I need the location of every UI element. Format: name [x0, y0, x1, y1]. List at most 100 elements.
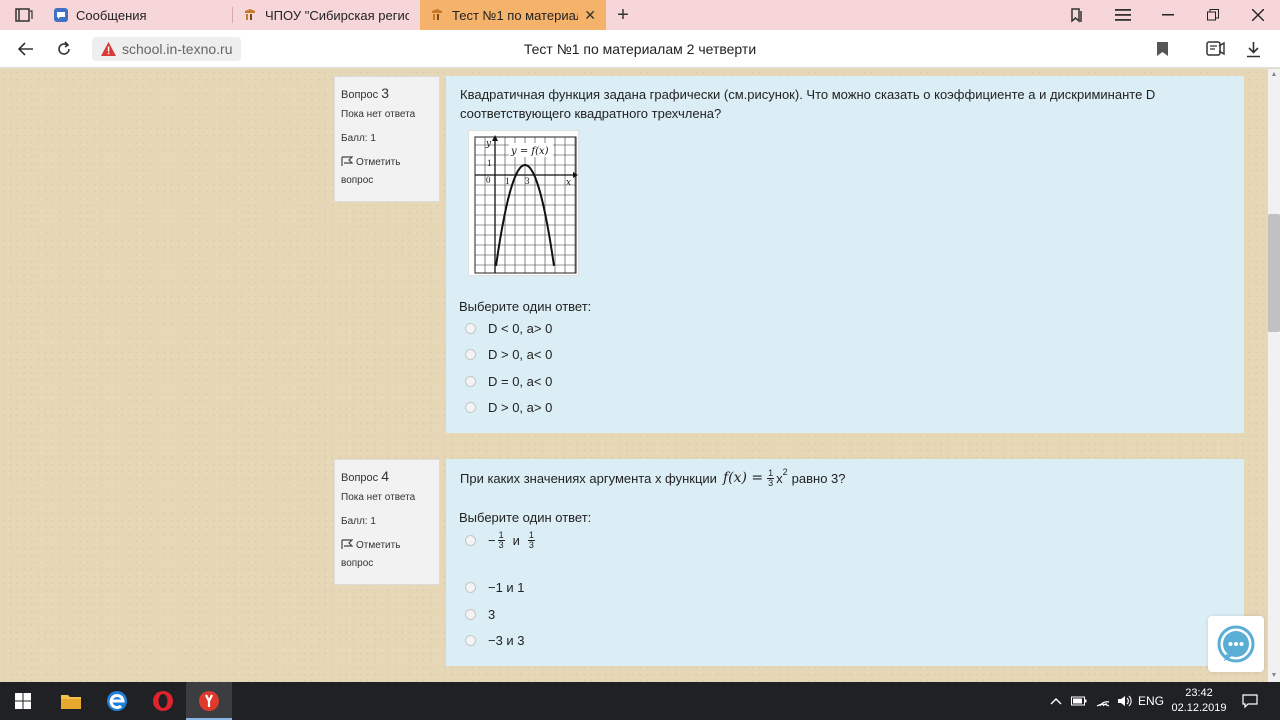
question-text: Квадратичная функция задана графически (… [460, 87, 1156, 121]
question-3-info: Вопрос 3 Пока нет ответа Балл: 1 Отметит… [334, 76, 440, 202]
flag-question-link[interactable]: Отметить вопрос [341, 537, 433, 573]
minimize-icon[interactable] [1145, 0, 1190, 30]
answer-option[interactable]: 3 [460, 607, 495, 622]
question-score: Балл: 1 [341, 133, 376, 144]
chat-icon [1217, 625, 1255, 663]
parabola-graph: y = f(x) y x 0 1 3 1 [468, 130, 579, 276]
tab-college[interactable]: ЧПОУ "Сибирская региона [233, 0, 419, 30]
clock-date: 02.12.2019 [1171, 702, 1227, 714]
option-label: D < 0, a> 0 [488, 321, 553, 336]
flag-icon [341, 156, 353, 166]
back-icon[interactable] [8, 30, 44, 68]
system-clock[interactable]: 23:42 02.12.2019 [1166, 686, 1232, 716]
edge-browser-icon[interactable] [94, 682, 140, 720]
messages-icon [54, 8, 68, 22]
formula-fraction: 13 [767, 467, 775, 488]
formula-exponent: 2 [782, 466, 788, 477]
answer-option[interactable]: D > 0, a< 0 [460, 347, 552, 362]
answer-option[interactable]: D = 0, a< 0 [460, 374, 552, 389]
opera-browser-icon[interactable] [140, 682, 186, 720]
reader-mode-icon[interactable] [1198, 30, 1234, 68]
bookmark-icon[interactable] [1144, 30, 1180, 68]
flag-question-link[interactable]: Отметить вопрос [341, 154, 433, 190]
radio-button[interactable] [465, 376, 476, 387]
show-hidden-icons[interactable] [1046, 682, 1066, 720]
college-logo-icon [432, 9, 442, 20]
url-text: school.in-texno.ru [122, 41, 233, 57]
x-tick-3: 3 [525, 176, 530, 186]
function-label: y = f(x) [510, 146, 549, 157]
scroll-up-icon[interactable]: ▲ [1268, 70, 1280, 80]
option-label: D > 0, a> 0 [488, 400, 553, 415]
taskbar: ENG 23:42 02.12.2019 [0, 682, 1280, 720]
option-label: −1 и 1 [488, 580, 525, 595]
close-tab-icon[interactable]: ✕ [578, 7, 596, 24]
scrollbar-track[interactable] [1268, 69, 1280, 682]
start-button[interactable] [0, 682, 46, 720]
option-fraction-expression: − 13 и 13 [488, 530, 535, 550]
radio-button[interactable] [465, 402, 476, 413]
chat-button[interactable] [1208, 616, 1264, 672]
tab-test[interactable]: Тест №1 по материалам ✕ [420, 0, 606, 30]
answer-option[interactable]: D < 0, a> 0 [460, 321, 552, 336]
question-text-end: равно 3? [791, 470, 846, 486]
x-tick-1: 1 [505, 176, 510, 186]
question-text: При каких значениях аргумента х функции … [460, 467, 1230, 489]
radio-button[interactable] [465, 609, 476, 620]
question-number: Вопрос 4 [341, 468, 390, 484]
parabola-graph-figure: y = f(x) y x 0 1 3 1 [474, 135, 578, 274]
battery-icon[interactable] [1068, 682, 1090, 720]
warning-icon[interactable] [100, 41, 117, 57]
y-axis-label: y [485, 139, 492, 149]
notifications-icon[interactable] [1236, 682, 1264, 720]
collections-icon[interactable] [1062, 0, 1092, 30]
answer-option[interactable]: D > 0, a> 0 [460, 400, 552, 415]
restore-icon[interactable] [1190, 0, 1235, 30]
question-score: Балл: 1 [341, 516, 376, 527]
y-tick-1: 1 [487, 158, 492, 168]
radio-button[interactable] [465, 323, 476, 334]
question-4-content: При каких значениях аргумента х функции … [446, 459, 1244, 666]
url-field[interactable]: school.in-texno.ru [92, 37, 241, 61]
tab-title: Сообщения [76, 7, 147, 23]
reload-icon[interactable] [46, 30, 82, 68]
radio-button[interactable] [465, 535, 476, 546]
language-indicator[interactable]: ENG [1136, 682, 1166, 720]
tabs-menu-icon[interactable] [8, 0, 40, 30]
question-number: Вопрос 3 [341, 85, 390, 101]
college-logo-icon [245, 9, 255, 20]
download-icon[interactable] [1235, 30, 1271, 68]
option-label: −3 и 3 [488, 633, 525, 648]
scroll-down-icon[interactable]: ▼ [1268, 671, 1280, 681]
close-window-icon[interactable] [1235, 0, 1280, 30]
question-4-info: Вопрос 4 Пока нет ответа Балл: 1 Отметит… [334, 459, 440, 585]
file-explorer-icon[interactable] [48, 682, 94, 720]
option-label: D > 0, a< 0 [488, 347, 553, 362]
page-viewport: Вопрос 3 Пока нет ответа Балл: 1 Отметит… [0, 69, 1268, 682]
answer-option[interactable]: −1 и 1 [460, 580, 525, 595]
clock-time: 23:42 [1185, 687, 1213, 699]
yandex-browser-icon[interactable] [186, 682, 232, 720]
question-text-start: При каких значениях аргумента х функции [460, 470, 717, 486]
option-label: D = 0, a< 0 [488, 374, 553, 389]
answer-option[interactable]: −3 и 3 [460, 633, 525, 648]
flag-icon [341, 539, 353, 549]
question-3-content: Квадратичная функция задана графически (… [446, 76, 1244, 433]
new-tab-icon[interactable]: + [610, 0, 636, 30]
tab-title: ЧПОУ "Сибирская региона [265, 7, 409, 23]
radio-button[interactable] [465, 349, 476, 360]
tab-messages[interactable]: Сообщения [44, 0, 232, 30]
volume-icon[interactable] [1114, 682, 1136, 720]
radio-button[interactable] [465, 635, 476, 646]
answer-status: Пока нет ответа [341, 492, 416, 503]
answer-prompt: Выберите один ответ: [459, 510, 592, 525]
answer-option[interactable]: − 13 и 13 [460, 531, 537, 550]
windows-logo-icon [15, 693, 31, 709]
address-bar: Тест №1 по материалам 2 четверти school.… [0, 30, 1280, 68]
scrollbar-thumb[interactable] [1268, 214, 1280, 332]
tab-title: Тест №1 по материалам [452, 7, 578, 23]
wifi-icon[interactable] [1092, 682, 1114, 720]
hamburger-menu-icon[interactable] [1108, 0, 1138, 30]
origin-label: 0 [486, 175, 491, 185]
radio-button[interactable] [465, 582, 476, 593]
